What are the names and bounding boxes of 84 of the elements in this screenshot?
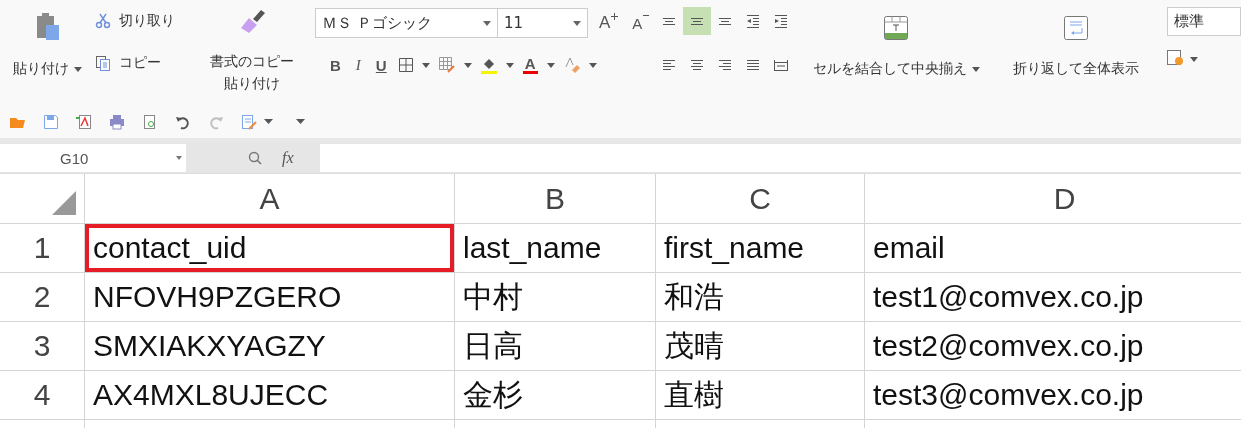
italic-button[interactable]: I xyxy=(352,56,364,74)
table-cell: contact_uid xyxy=(85,224,455,273)
select-all-corner[interactable] xyxy=(0,174,85,224)
clipboard-icon[interactable] xyxy=(34,12,61,42)
table-cell: 和浩 xyxy=(656,273,865,322)
table-cell: 茂晴 xyxy=(656,322,865,371)
table-cell: 日高 xyxy=(455,322,656,371)
align-center-icon xyxy=(689,60,704,70)
fill-color-icon[interactable] xyxy=(480,56,497,74)
row-header[interactable]: 3 xyxy=(0,322,85,371)
plus-icon xyxy=(611,13,619,20)
table-cell: first_name xyxy=(656,224,865,273)
align-middle-icon xyxy=(689,17,704,25)
caret-icon[interactable] xyxy=(971,66,980,72)
table-cell: 中村 xyxy=(455,273,656,322)
increase-indent-icon xyxy=(773,14,788,28)
table-cell: test2@comvex.co.jp xyxy=(865,322,1241,371)
table-cell: SMXIAKXYAGZY xyxy=(85,322,455,371)
table-cell: AX4MXL8UJECC xyxy=(85,371,455,420)
number-format-dropdown[interactable]: 標準 xyxy=(1167,7,1241,36)
paintbrush-icon[interactable] xyxy=(238,8,267,34)
column-header[interactable]: B xyxy=(455,174,656,224)
copy-button[interactable]: コピー xyxy=(119,54,161,72)
align-middle-button[interactable] xyxy=(682,7,711,35)
table-cell: email xyxy=(865,224,1241,273)
print-preview-icon[interactable] xyxy=(142,113,158,130)
font-name-dropdown[interactable]: ＭＳ Ｐゴシック xyxy=(315,8,498,38)
name-box[interactable]: G10 xyxy=(0,144,186,172)
borders-icon[interactable] xyxy=(398,58,413,72)
customize-toolbar-icon[interactable] xyxy=(296,119,305,124)
caret-icon[interactable] xyxy=(463,62,472,68)
minus-icon xyxy=(643,14,650,16)
cut-button[interactable]: 切り取り xyxy=(119,12,175,30)
column-header[interactable]: D xyxy=(865,174,1241,224)
underline-button[interactable]: U xyxy=(372,56,390,74)
table-cell: test1@comvex.co.jp xyxy=(865,273,1241,322)
search-icon[interactable] xyxy=(248,151,262,165)
function-button[interactable]: fx xyxy=(282,149,294,167)
table-cell: test3@comvex.co.jp xyxy=(865,371,1241,420)
caret-icon[interactable] xyxy=(421,62,430,68)
paste-button[interactable]: 貼り付け xyxy=(13,60,69,78)
caret-icon[interactable] xyxy=(264,119,273,124)
wrap-text-icon[interactable] xyxy=(1063,16,1088,40)
font-size-dropdown[interactable]: 11 xyxy=(497,8,588,38)
formula-input[interactable] xyxy=(319,144,1241,172)
triangle-icon[interactable] xyxy=(52,191,76,215)
row-header[interactable]: 1 xyxy=(0,224,85,273)
cell-style-icon[interactable] xyxy=(438,57,455,73)
caret-icon[interactable] xyxy=(573,20,581,26)
row-header[interactable]: 4 xyxy=(0,371,85,420)
copy-icon[interactable] xyxy=(95,55,111,71)
format-painter-button[interactable]: 書式のコピー貼り付け xyxy=(209,50,296,94)
scissors-icon[interactable] xyxy=(95,13,111,29)
caret-icon[interactable] xyxy=(74,66,82,72)
caret-icon[interactable] xyxy=(588,62,597,68)
printer-icon[interactable] xyxy=(109,113,125,130)
number-format-icon[interactable] xyxy=(1167,50,1185,68)
table-cell: NFOVH9PZGERO xyxy=(85,273,455,322)
table-cell: 直樹 xyxy=(656,371,865,420)
pdf-export-icon[interactable] xyxy=(76,113,92,130)
justify-icon xyxy=(745,60,760,70)
column-header[interactable]: C xyxy=(656,174,865,224)
decrease-font-size-button[interactable]: A xyxy=(629,14,653,32)
merge-center-button[interactable]: セルを結合して中央揃え xyxy=(812,60,967,78)
decrease-indent-icon xyxy=(745,14,760,28)
align-left-icon xyxy=(661,60,676,70)
caret-icon[interactable] xyxy=(1190,56,1198,62)
wrap-text-button[interactable]: 折り返して全体表示 xyxy=(1012,60,1139,78)
align-top-icon xyxy=(661,17,676,25)
column-header[interactable]: A xyxy=(85,174,455,224)
distributed-icon xyxy=(773,59,788,71)
bold-button[interactable]: B xyxy=(327,56,344,74)
caret-icon[interactable] xyxy=(546,62,555,68)
font-color-button[interactable]: A xyxy=(522,56,538,74)
caret-icon[interactable] xyxy=(505,62,514,68)
caret-icon[interactable] xyxy=(483,20,491,26)
caret-icon[interactable] xyxy=(176,156,182,160)
align-right-icon xyxy=(717,60,732,70)
table-cell: 金杉 xyxy=(455,371,656,420)
align-bottom-icon xyxy=(717,17,732,25)
row-header[interactable]: 2 xyxy=(0,273,85,322)
increase-font-size-button[interactable]: A xyxy=(596,13,622,33)
table-cell: last_name xyxy=(455,224,656,273)
merge-cells-icon[interactable] xyxy=(884,16,909,40)
